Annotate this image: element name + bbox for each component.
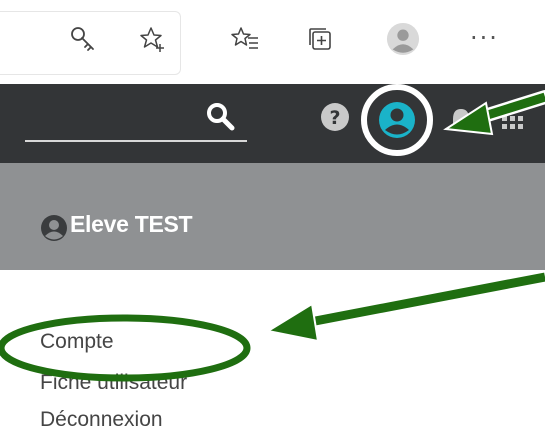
- profile-user-icon: [40, 214, 68, 247]
- user-account-icon[interactable]: [376, 99, 418, 146]
- search-input[interactable]: [25, 140, 247, 142]
- menu-item-compte[interactable]: Compte: [40, 330, 114, 354]
- profile-avatar-icon[interactable]: [386, 22, 420, 56]
- notifications-bell-icon[interactable]: [448, 106, 474, 141]
- favorite-star-icon[interactable]: [136, 22, 170, 56]
- svg-text:?: ?: [329, 107, 340, 129]
- more-options-button[interactable]: ···: [470, 24, 499, 52]
- key-icon[interactable]: [66, 22, 100, 56]
- browser-toolbar: ···: [0, 0, 545, 84]
- menu-item-fiche-utilisateur[interactable]: Fiche utilisateur: [40, 371, 187, 395]
- menu-item-deconnexion[interactable]: Déconnexion: [40, 408, 163, 432]
- annotation-ellipse-compte: [0, 314, 251, 382]
- help-icon[interactable]: ?: [318, 100, 352, 139]
- search-icon[interactable]: [204, 100, 238, 139]
- annotation-arrow-compte: [265, 270, 545, 343]
- collections-icon[interactable]: [303, 22, 337, 56]
- profile-name: Eleve TEST: [70, 211, 193, 237]
- favorites-list-icon[interactable]: [228, 22, 262, 56]
- apps-grid-icon[interactable]: [500, 113, 530, 138]
